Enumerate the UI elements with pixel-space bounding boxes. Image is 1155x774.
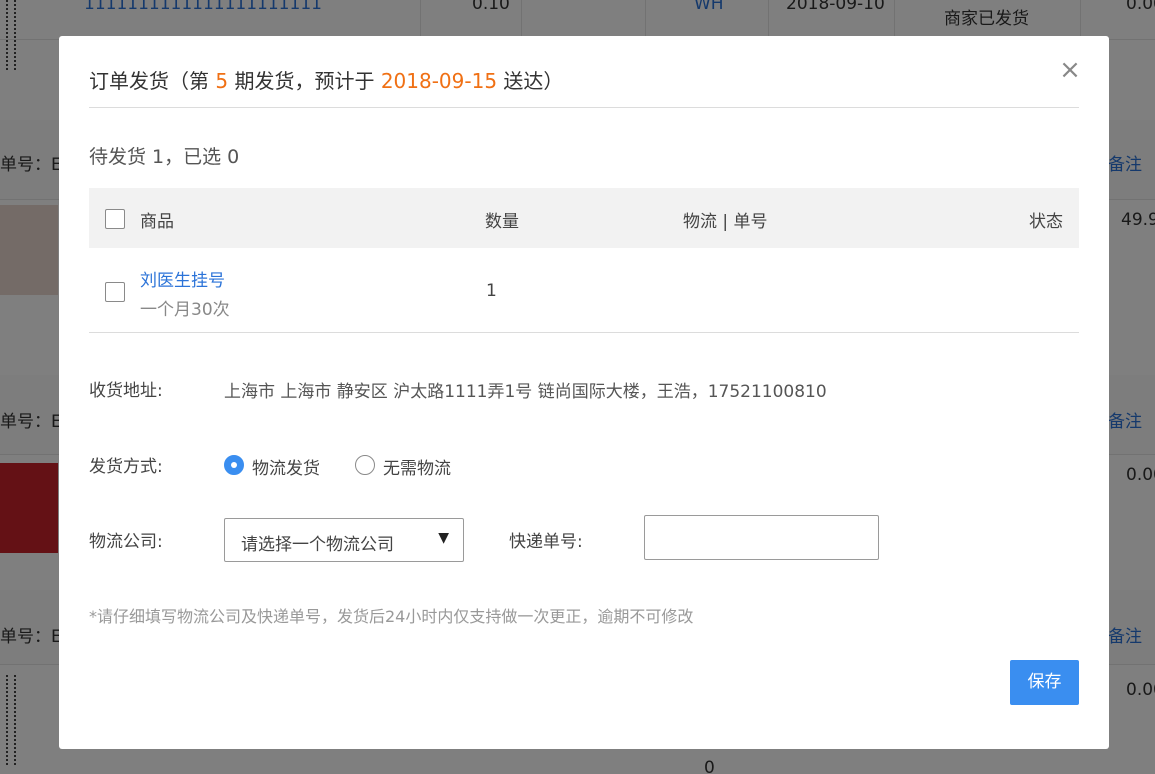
select-all-checkbox[interactable] [105, 209, 125, 229]
company-label: 物流公司: [89, 532, 163, 552]
close-icon[interactable]: × [1057, 56, 1083, 84]
product-spec: 一个月30次 [140, 300, 230, 320]
chevron-down-icon: ▼ [438, 530, 449, 546]
row-checkbox[interactable] [105, 282, 125, 302]
ship-order-dialog: 订单发货（第 5 期发货，预计于 2018-09-15 送达） × 待发货 1，… [59, 36, 1109, 749]
pending-summary: 待发货 1，已选 0 [89, 146, 240, 168]
col-status: 状态 [1029, 212, 1063, 232]
address-value: 上海市 上海市 静安区 沪太路1111弄1号 链尚国际大楼，王浩，1752110… [224, 382, 827, 402]
select-value: 请选择一个物流公司 [241, 535, 394, 555]
table-row: 刘医生挂号 一个月30次 1 [89, 248, 1079, 333]
items-table-header: 商品 数量 物流 | 单号 状态 [89, 188, 1079, 248]
tracking-number-input[interactable] [644, 515, 879, 560]
radio-label-no-logistics[interactable]: 无需物流 [383, 454, 451, 479]
product-quantity: 1 [486, 281, 497, 301]
radio-logistics-shipping[interactable] [224, 455, 244, 475]
col-quantity: 数量 [485, 212, 519, 232]
radio-label-logistics[interactable]: 物流发货 [252, 454, 320, 479]
col-logistics: 物流 | 单号 [683, 212, 768, 232]
address-label: 收货地址: [89, 381, 163, 401]
logistics-company-select[interactable]: 请选择一个物流公司 ▼ [224, 518, 464, 562]
save-button[interactable]: 保存 [1010, 660, 1079, 705]
divider [89, 107, 1079, 108]
tracking-label: 快递单号: [509, 532, 583, 552]
radio-no-logistics[interactable] [355, 455, 375, 475]
method-label: 发货方式: [89, 457, 163, 477]
period-number: 5 [215, 69, 229, 93]
delivery-date: 2018-09-15 [380, 69, 498, 93]
shipping-note: *请仔细填写物流公司及快递单号，发货后24小时内仅支持做一次更正，逾期不可修改 [89, 607, 694, 626]
col-product: 商品 [140, 212, 174, 232]
product-name-link[interactable]: 刘医生挂号 [140, 266, 225, 291]
dialog-title: 订单发货（第 5 期发货，预计于 2018-09-15 送达） [89, 69, 564, 93]
